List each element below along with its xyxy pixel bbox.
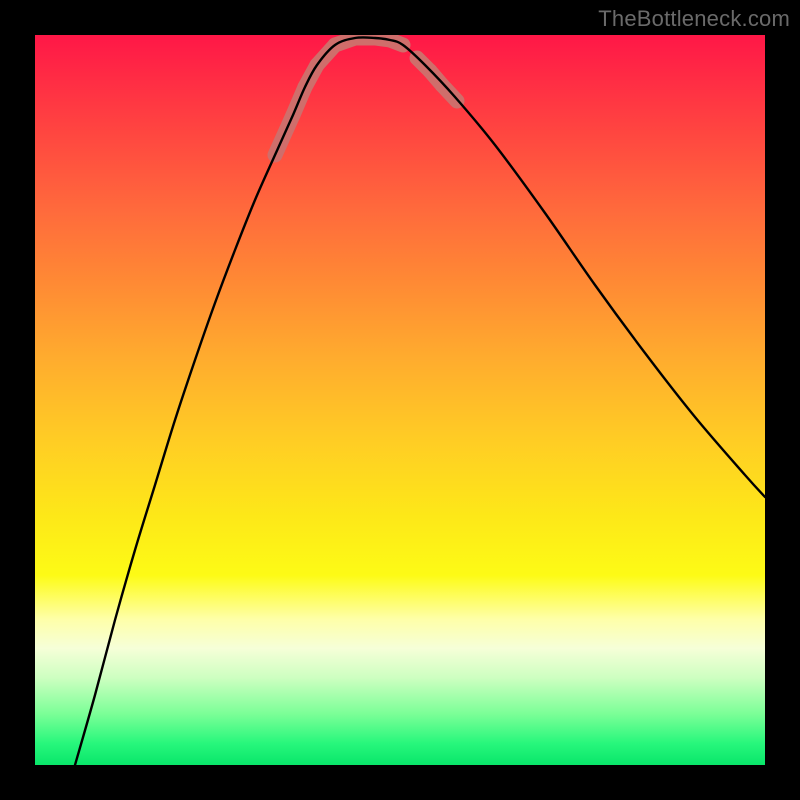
bottleneck-curve bbox=[75, 37, 765, 765]
curve-svg bbox=[35, 35, 765, 765]
thick-segments-group bbox=[275, 38, 457, 155]
plot-area bbox=[35, 35, 765, 765]
thick-segment bbox=[442, 85, 457, 101]
chart-frame: TheBottleneck.com bbox=[0, 0, 800, 800]
watermark-text: TheBottleneck.com bbox=[598, 6, 790, 32]
